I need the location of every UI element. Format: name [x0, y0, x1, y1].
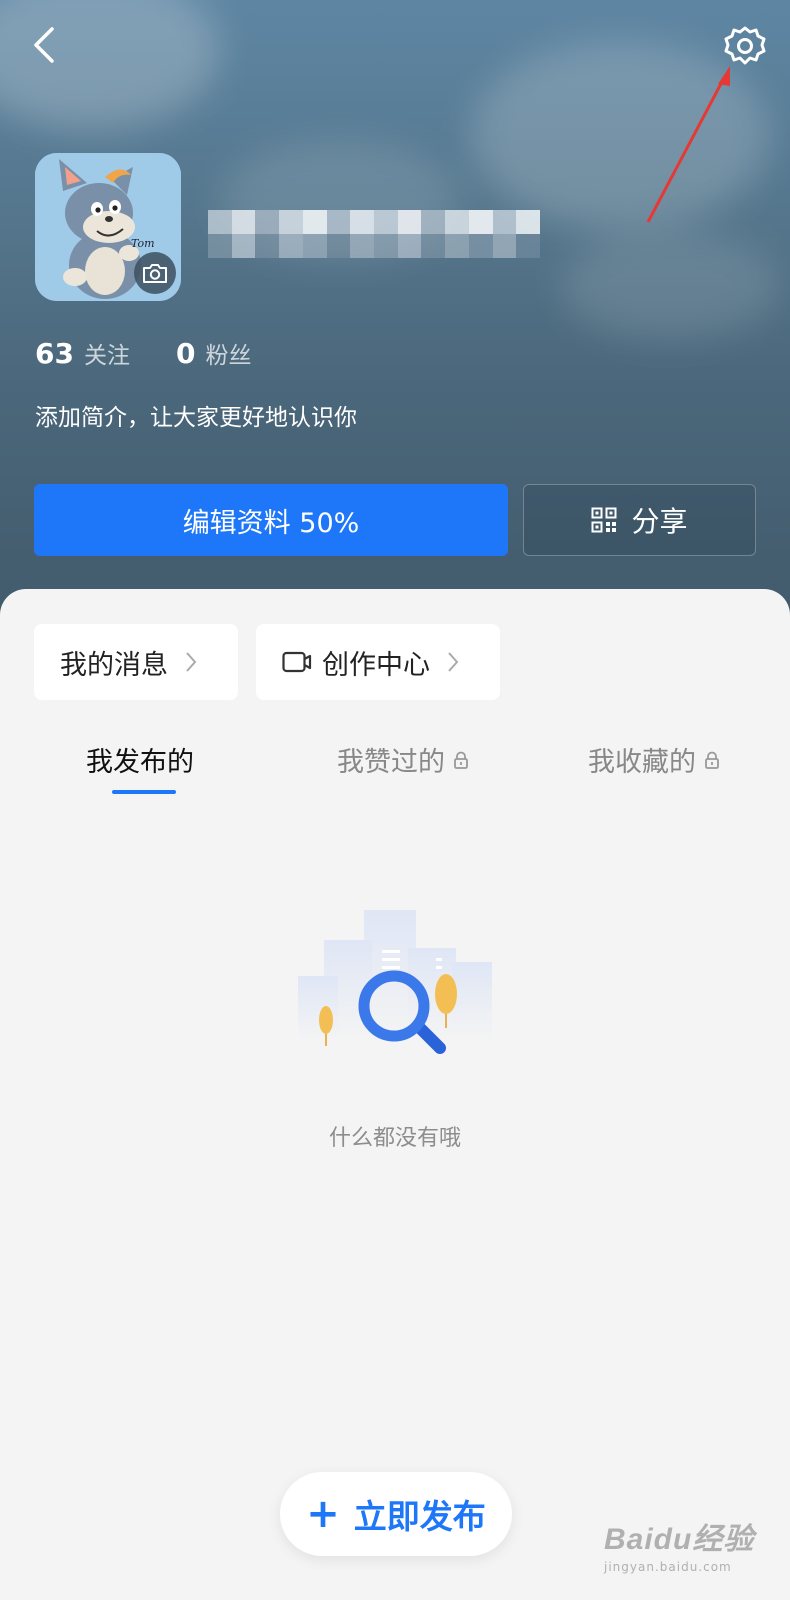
creator-center-card[interactable]: 创作中心 [256, 624, 500, 700]
qr-code-icon [591, 507, 617, 533]
following-count: 63 [35, 337, 74, 370]
followers-label: 粉丝 [205, 343, 252, 369]
tab-my-posts-label: 我发布的 [86, 747, 194, 778]
creator-center-label: 创作中心 [322, 649, 430, 681]
watermark-url: jingyan.baidu.com [604, 1560, 732, 1574]
chevron-left-icon [34, 27, 54, 63]
tab-my-posts[interactable]: 我发布的 [86, 740, 194, 779]
my-messages-card[interactable]: 我的消息 [34, 624, 238, 700]
share-button[interactable]: 分享 [523, 484, 756, 556]
lock-icon [705, 751, 719, 769]
lock-icon [454, 751, 468, 769]
active-tab-indicator [112, 790, 176, 794]
my-messages-label: 我的消息 [60, 649, 168, 681]
following-label: 关注 [83, 343, 130, 369]
watermark-logo: Baidu经验 [604, 1523, 755, 1556]
followers-stat[interactable]: 0 粉丝 [176, 336, 251, 370]
chevron-right-icon [186, 652, 197, 672]
annotation-arrow [646, 66, 730, 223]
video-camera-icon [282, 651, 312, 673]
following-stat[interactable]: 63 关注 [35, 336, 130, 370]
camera-icon [143, 264, 167, 283]
chevron-right-icon [448, 652, 459, 672]
baidu-jingyan-watermark: Baidu经验 jingyan.baidu.com [604, 1514, 774, 1590]
change-avatar-button[interactable] [134, 252, 176, 294]
svg-text:Tom: Tom [131, 237, 155, 250]
edit-profile-label: 编辑资料 50% [182, 507, 360, 539]
share-label: 分享 [631, 505, 688, 538]
profile-header: Tom 63 关注 0 粉丝 添加简介，让大家更好地认识你 编辑资料 50% 分… [0, 0, 790, 640]
content-tabs: 我发布的 我赞过的 我收藏的 [0, 740, 790, 800]
plus-icon: + [306, 1491, 340, 1537]
empty-search-illustration [298, 910, 492, 1054]
tab-liked[interactable]: 我赞过的 [337, 740, 469, 779]
tab-liked-label: 我赞过的 [337, 747, 445, 778]
username-pixelated [208, 210, 540, 258]
edit-profile-button[interactable]: 编辑资料 50% [34, 484, 508, 556]
back-button[interactable] [30, 26, 58, 64]
follow-stats: 63 关注 0 粉丝 [35, 336, 251, 370]
avatar[interactable]: Tom [35, 153, 181, 301]
empty-state-text: 什么都没有哦 [328, 1126, 461, 1151]
bio-text[interactable]: 添加简介，让大家更好地认识你 [35, 398, 357, 432]
followers-count: 0 [175, 337, 196, 370]
tab-favorites-label: 我收藏的 [588, 747, 696, 778]
publish-now-button[interactable]: + 立即发布 [280, 1472, 512, 1556]
publish-now-label: 立即发布 [353, 1497, 486, 1536]
tab-favorites[interactable]: 我收藏的 [588, 740, 720, 779]
